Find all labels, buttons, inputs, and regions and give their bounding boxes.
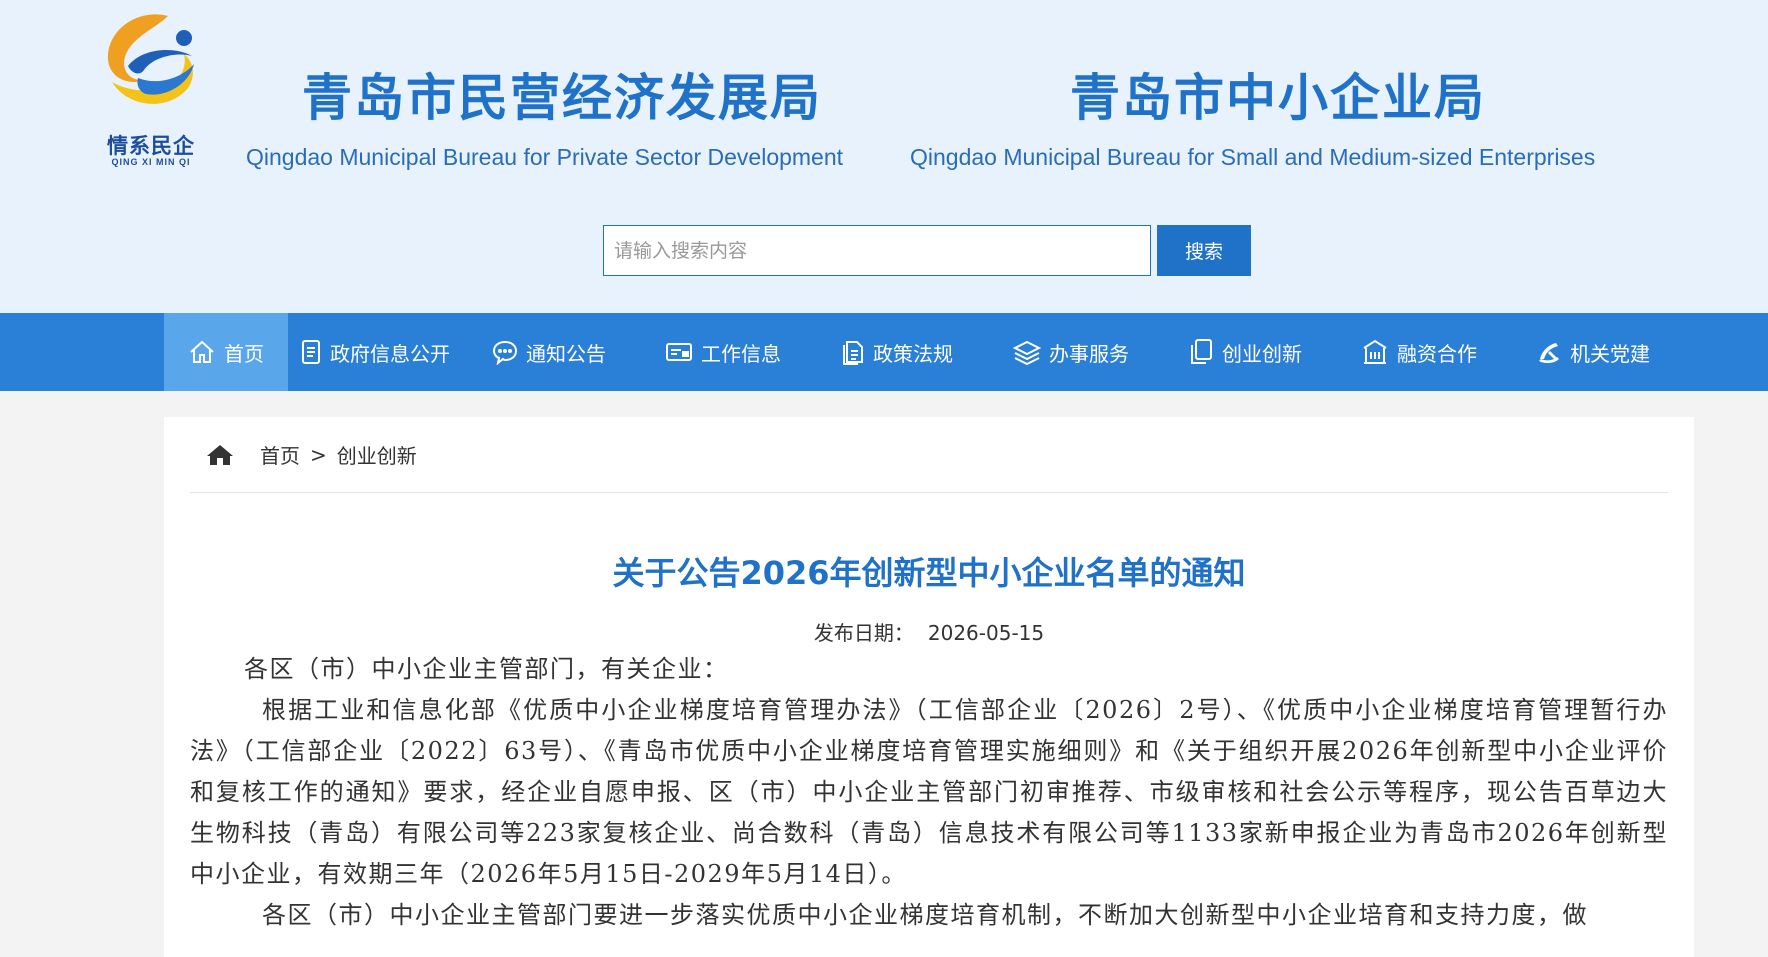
document-icon [302,340,320,364]
site-header: 情系民企 QING XI MIN QI 青岛市民营经济发展局 Qingdao M… [0,0,1768,313]
org-private-sector-name-cn: 青岛市民营经济发展局 [302,69,822,127]
search-button[interactable]: 搜索 [1157,225,1251,276]
date-label: 发布日期： [813,621,914,645]
article-date: 发布日期： 2026-05-15 [164,617,1694,646]
article-paragraph: 各区（市）中小企业主管部门要进一步落实优质中小企业梯度培育机制，不断加大创新型中… [262,901,1588,929]
article-title: 关于公告2026年创新型中小企业名单的通知 [612,554,1246,592]
nav-item-label: 机关党建 [1570,341,1650,366]
search-bar: 搜索 [603,225,1251,276]
nav-item-financing[interactable]: 融资合作 [1332,313,1506,391]
nav-item-label: 工作信息 [701,341,781,366]
nav-item-label: 融资合作 [1397,341,1477,366]
nav-item-label: 首页 [224,341,264,366]
nav-item-notices[interactable]: 通知公告 [462,313,636,391]
breadcrumb-home-link[interactable]: 首页 [260,440,300,469]
nav-item-label: 办事服务 [1049,341,1129,366]
building-icon [1363,339,1387,364]
breadcrumb-separator: > [310,442,327,467]
article-paragraph: 根据工业和信息化部《优质中小企业梯度培育管理办法》（工信部企业〔2026〕2号）… [190,696,1668,888]
qingxi-minqi-logo [107,14,194,104]
nav-item-home[interactable]: 首页 [164,313,288,391]
nav-item-services[interactable]: 办事服务 [984,313,1158,391]
search-input[interactable] [603,225,1151,276]
copy-icon [1191,339,1212,364]
breadcrumb-current-link[interactable]: 创业创新 [337,440,417,469]
org-private-sector-name-en: Qingdao Municipal Bureau for Private Sec… [246,144,844,170]
file-stack-icon [843,341,863,365]
nav-item-party-building[interactable]: 机关党建 [1506,313,1680,391]
org-sme: 青岛市中小企业局 Qingdao Municipal Bureau for Sm… [910,58,1595,171]
date-value: 2026-05-15 [927,621,1045,645]
article-panel: 首页 > 创业创新 关于公告2026年创新型中小企业名单的通知 发布日期： 202… [164,417,1694,957]
logo-text-en: QING XI MIN QI [111,157,191,167]
nav-item-label: 政府信息公开 [330,341,450,366]
party-emblem-icon [1539,343,1559,364]
home-icon [190,340,214,363]
article-salutation: 各区（市）中小企业主管部门，有关企业： [244,655,729,683]
org-sme-name-cn: 青岛市中小企业局 [1070,69,1486,127]
nav-item-label: 政策法规 [873,341,953,366]
nav-item-entrepreneurship[interactable]: 创业创新 [1158,313,1332,391]
chat-bubble-icon [492,340,518,365]
home-icon[interactable] [206,443,234,467]
nav-item-gov-info[interactable]: 政府信息公开 [288,313,462,391]
logo-text-cn: 情系民企 [107,134,195,158]
main-nav: 首页 政府信息公开 通知公告 工作信息 政策法规 办事服务 创业创新 融资合作 [0,313,1768,391]
nav-item-work-info[interactable]: 工作信息 [636,313,810,391]
site-logo[interactable]: 情系民企 QING XI MIN QI [92,8,202,168]
nav-item-label: 通知公告 [526,341,606,366]
org-sme-name-en: Qingdao Municipal Bureau for Small and M… [910,144,1596,170]
breadcrumb: 首页 > 创业创新 [190,417,1668,493]
org-private-sector: 青岛市民营经济发展局 Qingdao Municipal Bureau for … [246,58,843,171]
article-body: 各区（市）中小企业主管部门，有关企业： 根据工业和信息化部《优质中小企业梯度培育… [190,649,1668,936]
nav-item-label: 创业创新 [1222,341,1302,366]
nav-item-policies[interactable]: 政策法规 [810,313,984,391]
layers-icon [1013,340,1041,365]
monitor-icon [666,343,692,361]
